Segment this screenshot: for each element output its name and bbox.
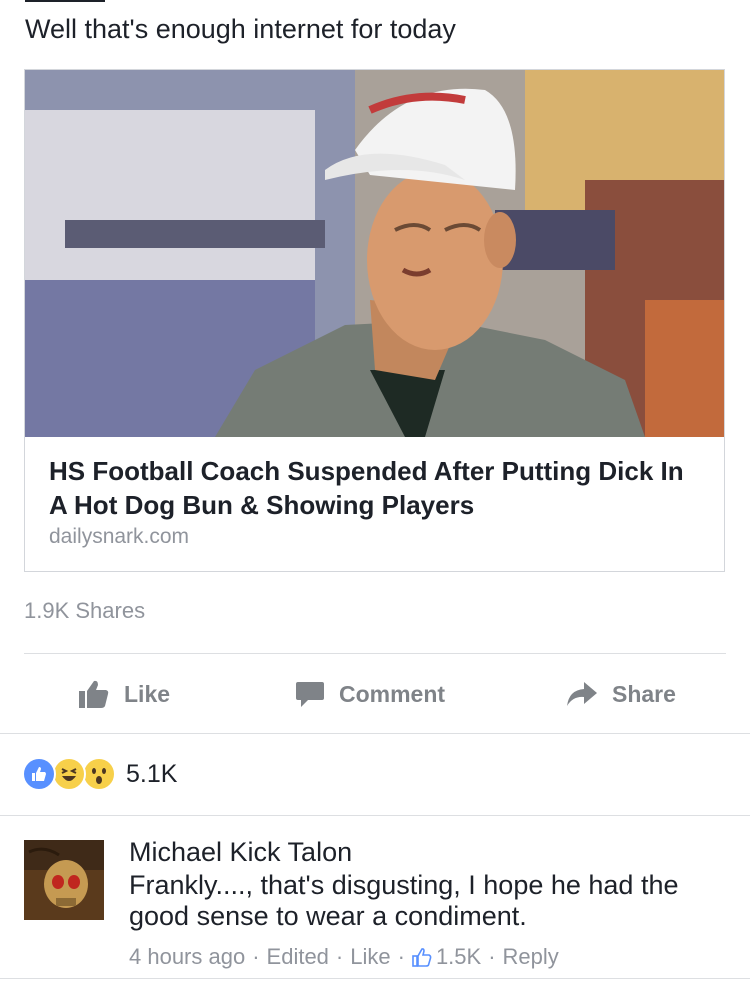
comment-text: Frankly...., that's disgusting, I hope h…	[129, 870, 679, 931]
link-preview-card[interactable]: HS Football Coach Suspended After Puttin…	[24, 69, 725, 572]
like-reaction-icon	[22, 757, 56, 791]
skull-avatar-image	[24, 840, 104, 920]
wow-reaction-icon	[82, 757, 116, 791]
avatar[interactable]	[24, 840, 104, 920]
comment-time[interactable]: 4 hours ago	[129, 944, 245, 970]
thumbs-up-icon	[79, 680, 109, 708]
share-count[interactable]: 1.9K Shares	[24, 598, 145, 624]
comment-button[interactable]: Comment	[295, 655, 445, 733]
divider	[0, 815, 750, 816]
separator-dot: ·	[488, 944, 496, 969]
separator-dot: ·	[252, 944, 260, 969]
comment-reply-button[interactable]: Reply	[503, 944, 559, 970]
comment-bubble-icon	[296, 682, 324, 707]
like-button[interactable]: Like	[78, 655, 170, 733]
share-label: Share	[612, 680, 676, 707]
reaction-count: 5.1K	[126, 759, 178, 788]
reactions-summary[interactable]: 5.1K	[22, 756, 177, 792]
divider	[24, 653, 726, 654]
commenter-name[interactable]: Michael Kick Talon	[129, 837, 352, 868]
share-arrow-icon	[567, 682, 597, 706]
comment-label: Comment	[339, 680, 446, 707]
like-label: Like	[124, 680, 171, 707]
comment-like-count[interactable]: 1.5K	[412, 944, 481, 970]
thumbs-up-outline-icon	[412, 948, 432, 967]
post-text: Well that's enough internet for today	[25, 14, 456, 44]
comment-like-button[interactable]: Like	[350, 944, 390, 970]
link-domain: dailysnark.com	[49, 525, 190, 548]
post-actions-bar: Like Comment Share	[0, 655, 750, 733]
share-button[interactable]: Share	[566, 655, 676, 733]
comment-meta: 4 hours ago · Edited · Like · 1.5K · Rep…	[129, 944, 559, 970]
comment-like-count-value: 1.5K	[435, 944, 482, 969]
haha-reaction-icon	[52, 757, 86, 791]
link-preview-image[interactable]	[25, 70, 724, 437]
separator-dot: ·	[397, 944, 405, 969]
divider	[0, 978, 750, 979]
comment-edited[interactable]: Edited	[267, 944, 329, 970]
top-divider	[25, 0, 105, 2]
separator-dot: ·	[335, 944, 344, 969]
link-title[interactable]: HS Football Coach Suspended After Puttin…	[49, 454, 699, 522]
coach-photo	[25, 70, 724, 437]
divider	[0, 733, 750, 734]
